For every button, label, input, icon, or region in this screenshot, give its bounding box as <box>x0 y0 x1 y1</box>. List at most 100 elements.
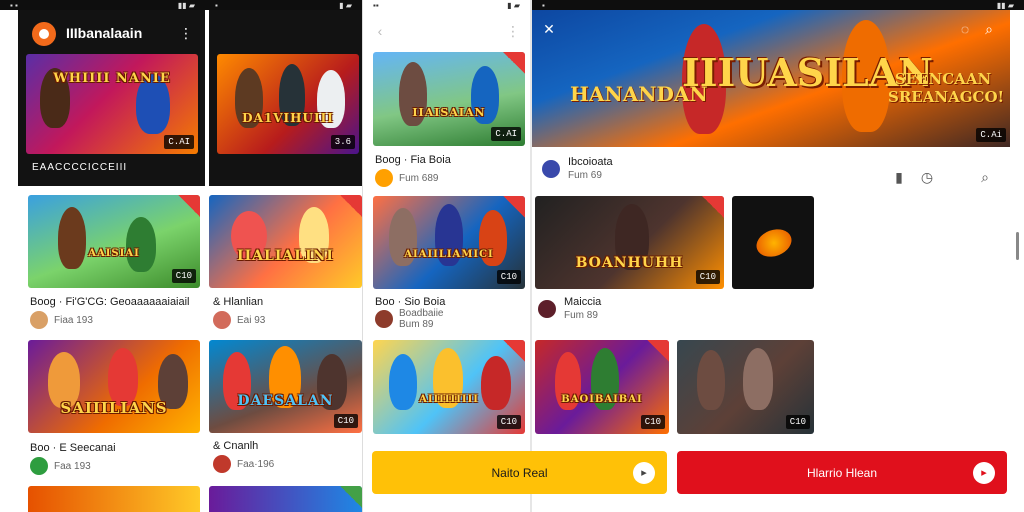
panel-main: ▪ ▮▮ ▰ ✕ ◌ ⌕ IIIUASILAN HANANDAN SEENCAAN… <box>530 0 1024 512</box>
video-thumbnail[interactable]: BOANHUHH C10 <box>535 196 724 289</box>
video-meta[interactable]: Boo · E Seecanai Faa 193 <box>30 442 205 475</box>
bookmark-icon[interactable]: ▮ <box>890 168 908 186</box>
more-vert-icon[interactable]: ⋮ <box>504 22 522 40</box>
video-thumbnail[interactable]: BAOIBAIBAI C10 <box>535 340 669 434</box>
screenshot-collage: ▪ ▪ ▮▮ ▰ IIIbanalaain ⋮ WHIIII NANIE C.AI… <box>0 0 1024 512</box>
avatar <box>213 455 231 473</box>
video-thumbnail[interactable]: DAESALAN C10 <box>209 340 362 433</box>
avatar <box>538 299 556 318</box>
avatar <box>30 311 48 329</box>
thumbnail-title: AIAIILIAMICI <box>404 248 494 260</box>
video-channel: Boadbaiie <box>399 308 444 319</box>
button-label: Hlarrio Hlean <box>806 465 878 480</box>
back-icon[interactable]: ✕ <box>540 20 558 38</box>
video-thumbnail[interactable]: SAIIILIANS <box>28 340 200 433</box>
channel-row[interactable]: Ibcoioata Fum 69 <box>542 156 802 181</box>
chat-icon[interactable]: ◌ <box>956 20 974 38</box>
hero-subtitle-left: HANANDAN <box>570 82 708 106</box>
thumbnail-title: DAESALAN <box>237 392 334 409</box>
video-title: & Cnanlh <box>213 440 259 452</box>
video-thumbnail[interactable]: IIALIALINI <box>209 195 362 288</box>
channel-name: Ibcoioata <box>568 156 613 168</box>
app-header: DA1VIHUIII 3.6 <box>209 10 362 186</box>
duration-badge: C10 <box>496 270 521 284</box>
video-thumbnail[interactable]: DA1VIHUIII 3.6 <box>217 54 359 154</box>
video-subtitle: Fum 689 <box>399 172 439 184</box>
video-title: Boo · Sio Boia <box>375 296 446 308</box>
duration-badge: C.AI <box>491 127 521 141</box>
channel-row[interactable]: Maiccia Fum 89 <box>538 296 738 321</box>
video-subtitle: Fiaa 193 <box>54 314 93 326</box>
duration-badge: C.Ai <box>976 128 1006 142</box>
duration-badge: 3.6 <box>330 135 355 149</box>
status-bar: ▪ ▮ ▰ <box>205 0 362 10</box>
video-subtitle: Faa 193 <box>54 460 91 472</box>
duration-badge: C10 <box>695 270 720 284</box>
status-bar: ▪ ▮▮ ▰ <box>532 0 1024 10</box>
video-thumbnail[interactable]: WHIIII NANIE C.AI <box>26 54 198 154</box>
video-subtitle: Bum 89 <box>399 319 434 330</box>
channel-meta: Fum 69 <box>568 170 602 181</box>
video-meta[interactable]: Boog · Fi'G'CG: Geoaaaaaaiaiail Fiaa 193 <box>30 296 205 329</box>
search-icon[interactable]: ⌕ <box>980 20 998 38</box>
avatar <box>30 457 48 475</box>
video-meta[interactable]: & Hlanlian Eai 93 <box>213 296 362 329</box>
video-thumbnail[interactable]: C10 <box>677 340 814 434</box>
video-title: & Hlanlian <box>213 296 264 308</box>
thumbnail-title: AIIIIIIIII <box>419 393 479 405</box>
thumbnail-title: AAISIAI <box>88 247 140 259</box>
avatar <box>375 169 393 187</box>
red-action-button[interactable]: Hlarrio Hlean ▸ <box>677 451 1007 494</box>
play-icon: ▸ <box>633 461 655 484</box>
duration-badge: C10 <box>785 415 810 429</box>
video-subtitle: Eai 93 <box>237 314 266 326</box>
duration-badge: C10 <box>171 269 196 283</box>
panel-third: ▪▪ ▮ ▰ ‹ ⋮ IIAISAIAN C.AI Boog · Fia Boia… <box>362 0 530 512</box>
thumbnail-title: SAIIILIANS <box>60 399 168 418</box>
video-meta[interactable]: & Cnanlh Faa·196 <box>213 440 362 473</box>
thumbnail-title: WHIIII NANIE <box>53 71 171 86</box>
video-meta[interactable]: Boog · Fia Boia Fum 689 <box>375 154 527 187</box>
duration-badge: C10 <box>640 415 665 429</box>
timer-icon[interactable]: ◷ <box>918 168 936 186</box>
hero-subtitle-right: SEENCAAN SREANAGCO! <box>888 70 1005 106</box>
thumbnail-title: BOANHUHH <box>575 254 684 271</box>
coin-icon <box>752 224 796 262</box>
panel-second: ▪ ▮ ▰ DA1VIHUIII 3.6 IIALIALINI & Hlanlia… <box>205 0 362 512</box>
avatar <box>375 310 393 328</box>
video-thumbnail[interactable]: IIAISAIAN C.AI <box>373 52 525 146</box>
app-logo-icon <box>32 22 56 46</box>
chevron-left-icon[interactable]: ‹ <box>371 22 389 40</box>
thumbnail-title: IIAISAIAN <box>412 105 486 119</box>
thumbnail-title: IIALIALINI <box>237 247 334 264</box>
button-label: Naito Real <box>491 465 548 480</box>
scrollbar[interactable] <box>1016 232 1019 260</box>
app-header: IIIbanalaain ⋮ WHIIII NANIE C.AI EAACCCC… <box>18 10 205 186</box>
duration-badge: C.AI <box>164 135 194 149</box>
video-meta[interactable]: Boo · Sio Boia Boadbaiie Bum 89 <box>375 296 527 330</box>
panel-left: ▪ ▪ ▮▮ ▰ IIIbanalaain ⋮ WHIIII NANIE C.AI… <box>0 0 205 512</box>
video-thumbnail[interactable]: AAISIAI C10 <box>28 195 200 288</box>
search-icon[interactable]: ⌕ <box>976 168 994 186</box>
video-thumbnail[interactable] <box>209 486 362 512</box>
hero-banner[interactable]: ✕ ◌ ⌕ IIIUASILAN HANANDAN SEENCAAN SREAN… <box>532 10 1010 147</box>
video-thumbnail[interactable] <box>28 486 200 512</box>
video-thumbnail[interactable]: AIAIILIAMICI C10 <box>373 196 525 289</box>
video-thumbnail[interactable]: AIIIIIIIII C10 <box>373 340 525 434</box>
avatar <box>542 159 560 178</box>
thumbnail-title: BAOIBAIBAI <box>561 393 643 405</box>
duration-badge: C10 <box>333 414 358 428</box>
avatar <box>213 311 231 329</box>
video-thumbnail[interactable] <box>732 196 814 289</box>
yellow-action-button[interactable]: Naito Real ▸ <box>372 451 667 494</box>
channel-name: Maiccia <box>564 296 602 308</box>
video-subtitle: Faa·196 <box>237 458 275 470</box>
more-vert-icon[interactable]: ⋮ <box>179 25 193 42</box>
thumbnail-title: DA1VIHUIII <box>242 111 334 125</box>
section-label: EAACCCCICCEIII <box>32 162 128 173</box>
video-title: Boog · Fi'G'CG: Geoaaaaaaiaiail <box>30 296 190 308</box>
app-title: IIIbanalaain <box>66 25 143 41</box>
play-icon: ▸ <box>973 461 995 484</box>
status-bar: ▪▪ ▮ ▰ <box>363 0 530 10</box>
channel-meta: Fum 89 <box>564 310 598 321</box>
